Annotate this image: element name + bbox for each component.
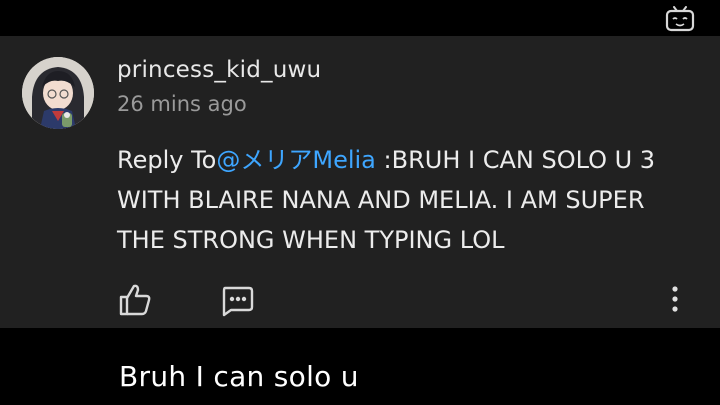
tv-logo-icon <box>665 6 695 32</box>
comment-body: Reply To@メリアMelia :BRUH I CAN SOLO U 3 W… <box>117 140 697 260</box>
chat-bubble-icon[interactable] <box>219 284 255 318</box>
mention-link[interactable]: @メリアMelia <box>216 146 376 174</box>
thumbs-up-icon[interactable] <box>117 282 153 318</box>
reply-prefix: Reply To <box>117 146 217 174</box>
top-bar <box>0 0 720 36</box>
timestamp: 26 mins ago <box>117 92 247 116</box>
video-subtitle: Bruh I can solo u <box>119 360 359 393</box>
username[interactable]: princess_kid_uwu <box>117 57 321 83</box>
anime-girl-avatar-icon <box>22 57 94 129</box>
avatar[interactable] <box>22 57 94 129</box>
vertical-ellipsis-icon[interactable] <box>663 284 687 316</box>
